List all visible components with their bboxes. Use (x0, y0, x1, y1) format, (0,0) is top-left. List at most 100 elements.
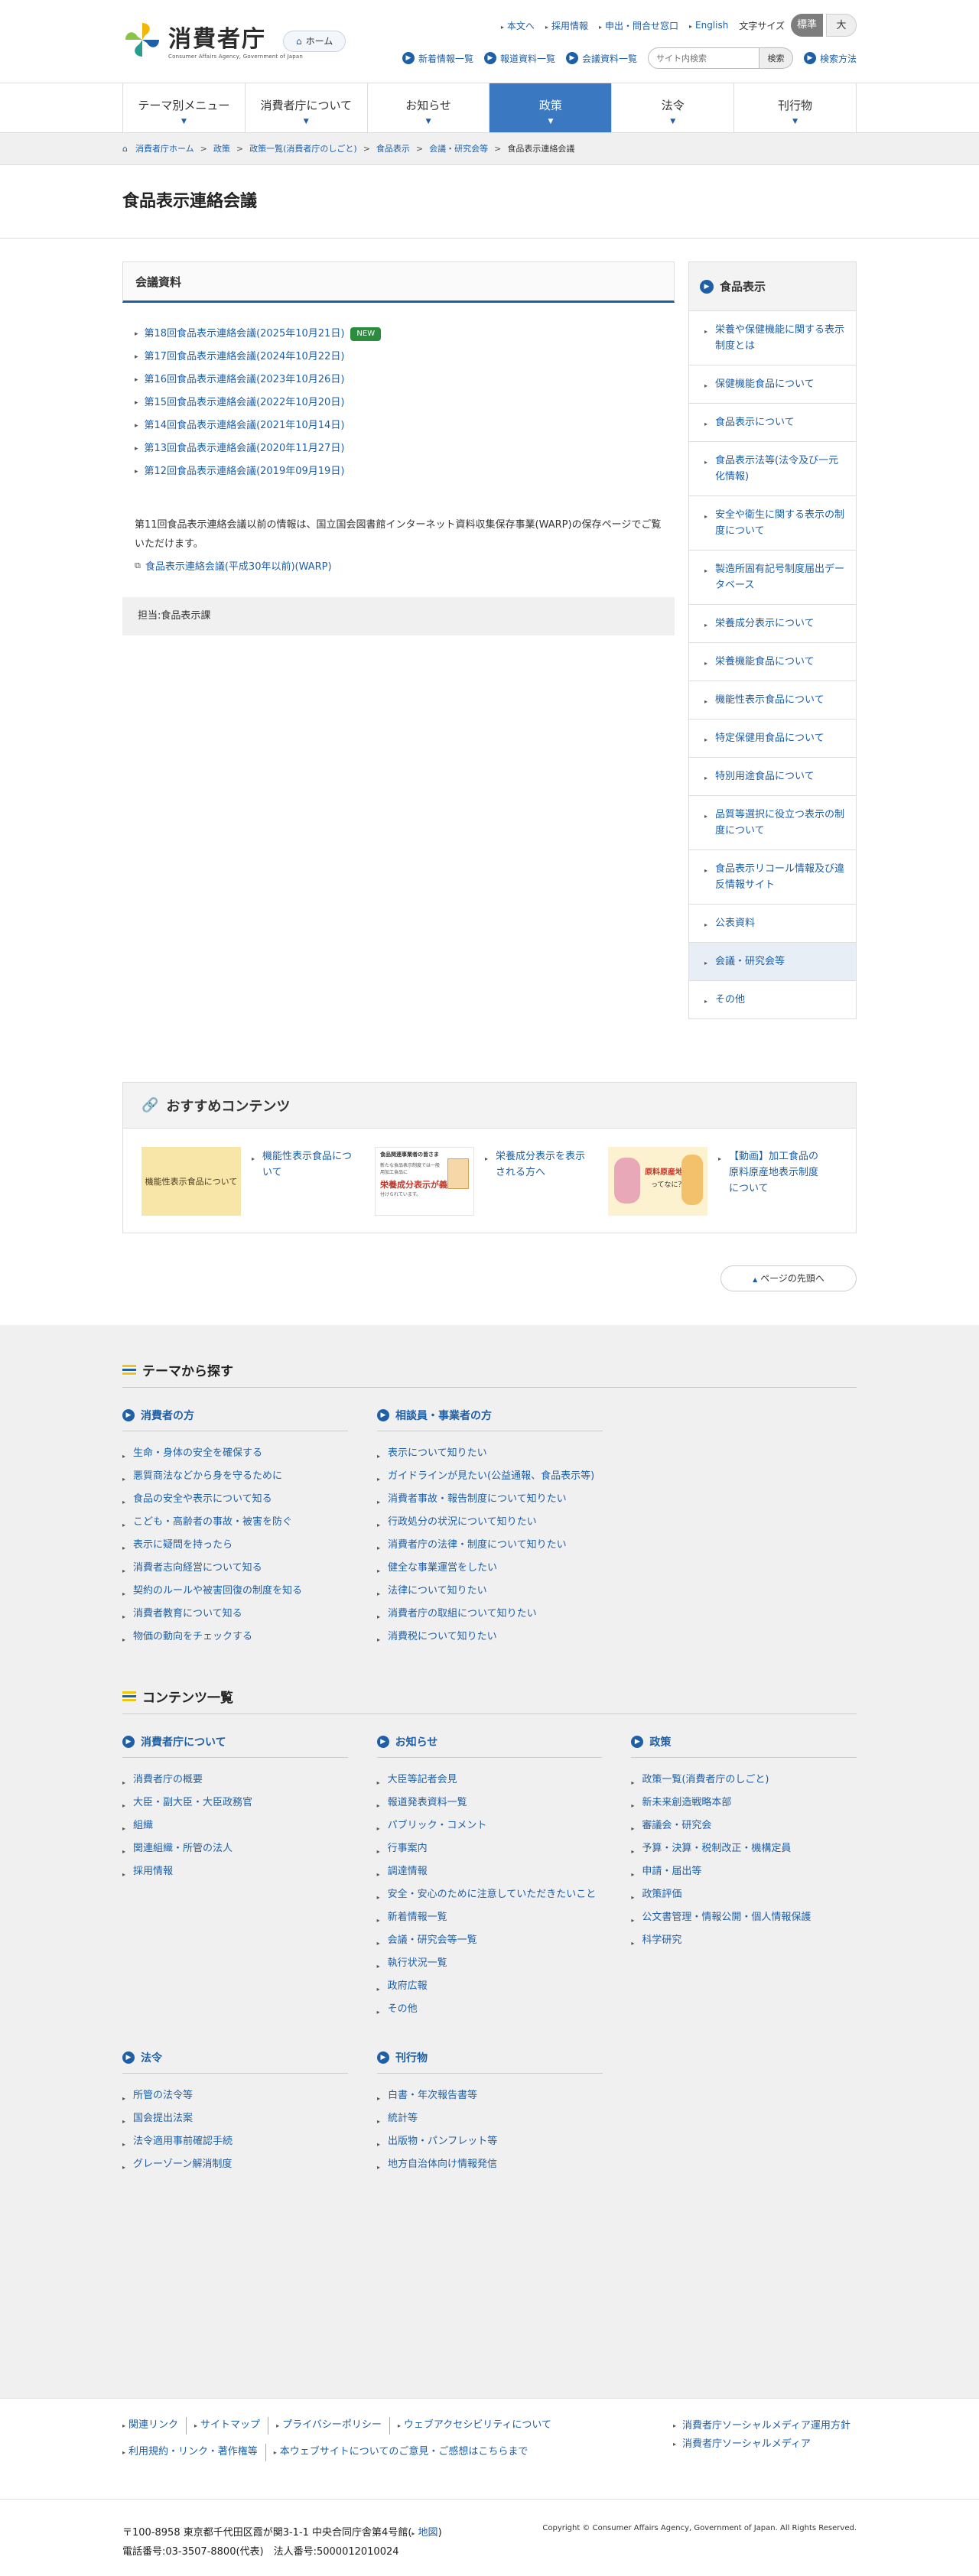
recommended-thumbnail[interactable]: 機能性表示食品について (141, 1147, 241, 1216)
footer-link[interactable]: 契約のルールや被害回復の制度を知る (122, 1580, 348, 1603)
footer-link[interactable]: 出版物・パンフレット等 (377, 2130, 603, 2153)
sidebar-item-current[interactable]: 会議・研究会等 (689, 943, 856, 981)
map-link[interactable]: ▸ 地図 (411, 2527, 437, 2539)
meeting-link-13[interactable]: 第13回食品表示連絡会議(2020年11月27日) (145, 437, 345, 460)
sidebar-item[interactable]: 品質等選択に役立つ表示の制度について (689, 796, 856, 850)
recommended-link[interactable]: 栄養成分表示を表示される方へ (485, 1147, 593, 1216)
gnav-about[interactable]: 消費者庁について ▼ (246, 83, 368, 132)
footer-link[interactable]: 調達情報 (377, 1860, 603, 1883)
meeting-link-14[interactable]: 第14回食品表示連絡会議(2021年10月14日) (145, 414, 345, 437)
footer-link[interactable]: 消費者志向経営について知る (122, 1557, 348, 1580)
contact-link[interactable]: 申出・問合せ窓口 (599, 19, 678, 32)
footer-link[interactable]: 採用情報 (122, 1860, 348, 1883)
font-size-standard-button[interactable]: 標準 (790, 14, 823, 37)
footer-link[interactable]: 行政処分の状況について知りたい (377, 1511, 603, 1534)
footer-link[interactable]: 申請・届出等 (631, 1860, 857, 1883)
feedback-link[interactable]: 本ウェブサイトについてのご意見・ご感想はこちらまで (265, 2444, 536, 2461)
recruit-link[interactable]: 採用情報 (545, 19, 588, 32)
footer-link[interactable]: 法令適用事前確認手続 (122, 2130, 348, 2153)
gnav-policy[interactable]: 政策 ▼ (490, 83, 613, 132)
footer-link[interactable]: 予算・決算・税制改正・機構定員 (631, 1837, 857, 1860)
recommended-thumbnail[interactable]: 食品関連事業者の皆さま 新たな食品表示制度では一般用加工食品に 栄養成分表示が義… (375, 1147, 474, 1216)
sidebar-item[interactable]: 公表資料 (689, 905, 856, 943)
sidebar-item[interactable]: 食品表示について (689, 404, 856, 442)
meeting-link-17[interactable]: 第17回食品表示連絡会議(2024年10月22日) (145, 346, 345, 369)
footer-link[interactable]: 消費者教育について知る (122, 1603, 348, 1626)
footer-link[interactable]: 所管の法令等 (122, 2084, 348, 2107)
meeting-list-link[interactable]: ▶ 会議資料一覧 (565, 52, 637, 65)
footer-link[interactable]: 統計等 (377, 2107, 603, 2130)
footer-link[interactable]: 政策一覧(消費者庁のしごと) (631, 1769, 857, 1792)
social-media-policy-link[interactable]: 消費者庁ソーシャルメディア運用方針 (673, 2417, 857, 2435)
footer-link[interactable]: 公文書管理・情報公開・個人情報保護 (631, 1906, 857, 1929)
meeting-link-12[interactable]: 第12回食品表示連絡会議(2019年09月19日) (145, 460, 345, 483)
footer-link[interactable]: 消費者事故・報告制度について知りたい (377, 1488, 603, 1511)
site-logo[interactable]: 消費者庁 Consumer Affairs Agency, Government… (122, 20, 303, 60)
breadcrumb-policy[interactable]: 政策 (213, 133, 230, 165)
sidebar-item[interactable]: 安全や衛生に関する表示の制度について (689, 496, 856, 551)
footer-link[interactable]: 消費税について知りたい (377, 1626, 603, 1649)
footer-link[interactable]: グレーゾーン解消制度 (122, 2153, 348, 2176)
footer-link[interactable]: その他 (377, 1998, 603, 2021)
footer-link[interactable]: 会議・研究会等一覧 (377, 1929, 603, 1952)
footer-link[interactable]: 新着情報一覧 (377, 1906, 603, 1929)
press-list-link[interactable]: ▶ 報道資料一覧 (483, 52, 555, 65)
footer-link[interactable]: 生命・身体の安全を確保する (122, 1442, 348, 1465)
footer-link[interactable]: 表示について知りたい (377, 1442, 603, 1465)
footer-link[interactable]: 新未来創造戦略本部 (631, 1792, 857, 1814)
footer-link[interactable]: 白書・年次報告書等 (377, 2084, 603, 2107)
footer-link[interactable]: 行事案内 (377, 1837, 603, 1860)
footer-link[interactable]: 審議会・研究会 (631, 1814, 857, 1837)
footer-link[interactable]: 国会提出法案 (122, 2107, 348, 2130)
sidebar-item[interactable]: 機能性表示食品について (689, 681, 856, 720)
recommended-link[interactable]: 機能性表示食品について (252, 1147, 359, 1216)
footer-link[interactable]: 食品の安全や表示について知る (122, 1488, 348, 1511)
warp-link[interactable]: 食品表示連絡会議(平成30年以前)(WARP) (145, 558, 332, 573)
sidebar-item[interactable]: 栄養機能食品について (689, 643, 856, 681)
search-button[interactable]: 検索 (759, 47, 793, 69)
footer-link[interactable]: 報道発表資料一覧 (377, 1792, 603, 1814)
sitemap-link[interactable]: サイトマップ (186, 2417, 268, 2435)
sidebar-item[interactable]: 栄養成分表示について (689, 605, 856, 643)
footer-link[interactable]: 政府広報 (377, 1975, 603, 1998)
gnav-theme-menu[interactable]: テーマ別メニュー ▼ (123, 83, 246, 132)
footer-link[interactable]: 消費者庁の法律・制度について知りたい (377, 1534, 603, 1557)
home-button[interactable]: ⌂ ホーム (283, 31, 346, 52)
footer-link[interactable]: 物価の動向をチェックする (122, 1626, 348, 1649)
footer-link[interactable]: 政策評価 (631, 1883, 857, 1906)
english-link[interactable]: English (689, 20, 728, 31)
footer-link[interactable]: 消費者庁の概要 (122, 1769, 348, 1792)
footer-link[interactable]: 表示に疑問を持ったら (122, 1534, 348, 1557)
gnav-news[interactable]: お知らせ ▼ (368, 83, 490, 132)
footer-link[interactable]: 科学研究 (631, 1929, 857, 1952)
breadcrumb-meetings[interactable]: 会議・研究会等 (429, 133, 488, 165)
recommended-link[interactable]: 【動画】加工食品の原料原産地表示制度について (718, 1147, 826, 1216)
gnav-law[interactable]: 法令 ▼ (612, 83, 735, 132)
sidebar-item[interactable]: 製造所固有記号制度届出データベース (689, 551, 856, 605)
breadcrumb-home[interactable]: 消費者庁ホーム (135, 133, 194, 165)
footer-link[interactable]: 法律について知りたい (377, 1580, 603, 1603)
footer-link[interactable]: こども・高齢者の事故・被害を防ぐ (122, 1511, 348, 1534)
social-media-link[interactable]: 消費者庁ソーシャルメディア (673, 2435, 857, 2454)
sidebar-item[interactable]: 食品表示リコール情報及び違反情報サイト (689, 850, 856, 905)
privacy-policy-link[interactable]: プライバシーポリシー (268, 2417, 389, 2435)
sidebar-item[interactable]: 食品表示法等(法令及び一元化情報) (689, 442, 856, 496)
gnav-publications[interactable]: 刊行物 ▼ (734, 83, 857, 132)
footer-link[interactable]: 地方自治体向け情報発信 (377, 2153, 603, 2176)
sidebar-item[interactable]: その他 (689, 981, 856, 1018)
footer-link[interactable]: 大臣・副大臣・大臣政務官 (122, 1792, 348, 1814)
footer-link[interactable]: 消費者庁の取組について知りたい (377, 1603, 603, 1626)
page-top-button[interactable]: ▲ ページの先頭へ (720, 1265, 857, 1291)
skip-to-content-link[interactable]: 本文へ (501, 19, 535, 32)
footer-link[interactable]: 組織 (122, 1814, 348, 1837)
recommended-thumbnail[interactable]: 原料原産地表示 ってなに？ (608, 1147, 707, 1216)
sidebar-item[interactable]: 特定保健用食品について (689, 720, 856, 758)
sidebar-item[interactable]: 特別用途食品について (689, 758, 856, 796)
meeting-link-16[interactable]: 第16回食品表示連絡会議(2023年10月26日) (145, 369, 345, 391)
footer-link[interactable]: ガイドラインが見たい(公益通報、食品表示等) (377, 1465, 603, 1488)
footer-link[interactable]: 安全・安心のために注意していただきたいこと (377, 1883, 603, 1906)
footer-link[interactable]: 関連組織・所管の法人 (122, 1837, 348, 1860)
footer-link[interactable]: 悪質商法などから身を守るために (122, 1465, 348, 1488)
footer-link[interactable]: 大臣等記者会見 (377, 1769, 603, 1792)
news-list-link[interactable]: ▶ 新着情報一覧 (402, 52, 473, 65)
